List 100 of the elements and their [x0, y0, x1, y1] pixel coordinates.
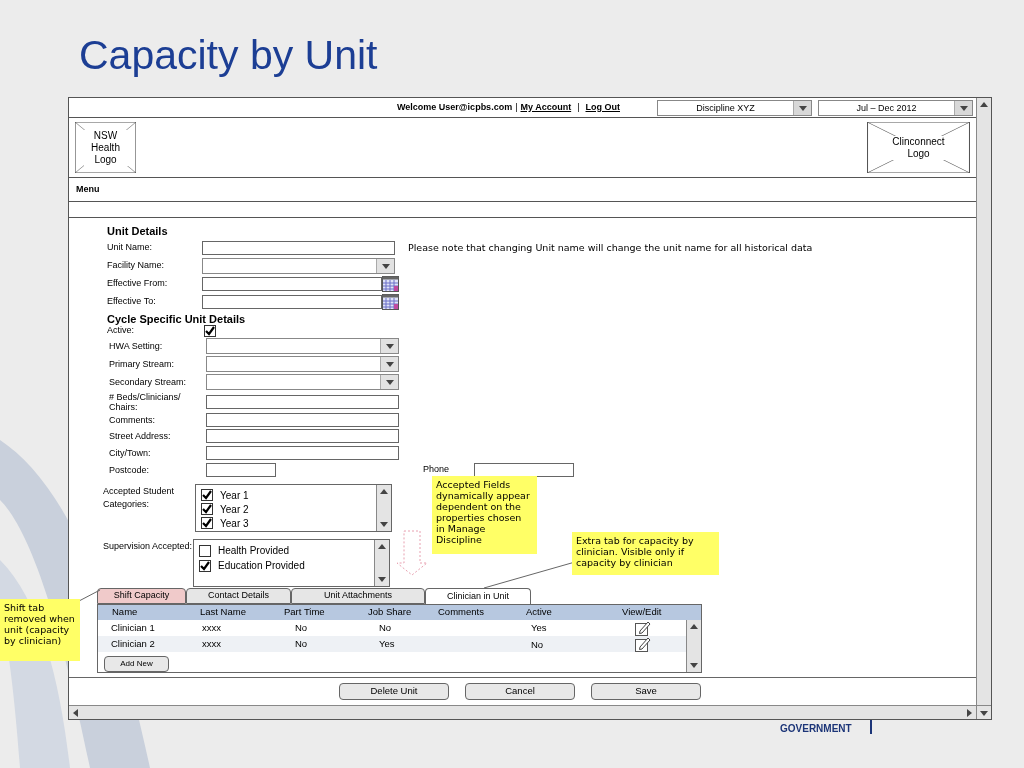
section-heading: Unit Details — [107, 223, 168, 239]
dropdown[interactable] — [206, 374, 399, 390]
field-label: # Beds/Clinicians/ Chairs: — [108, 392, 182, 412]
option-label: Year 1 — [220, 488, 249, 503]
column-header: Name — [112, 605, 139, 620]
table-cell-text: Clinician 1 — [111, 620, 156, 635]
welcome-text: Welcome User@icpbs.com — [397, 100, 513, 114]
field-label: Supervision Accepted: — [103, 540, 193, 553]
up-arrow-icon[interactable] — [979, 100, 989, 110]
edit-icon[interactable] — [635, 620, 651, 636]
table-cell-text: No — [294, 636, 309, 651]
up-arrow-icon[interactable] — [379, 487, 389, 497]
table-cell-text: No — [378, 620, 393, 635]
action-button[interactable]: Save — [591, 683, 701, 700]
dropdown[interactable]: Discipline XYZ — [657, 99, 812, 116]
scrollbar[interactable] — [976, 98, 991, 705]
table-cell-text: Yes — [530, 620, 548, 635]
date-field[interactable] — [202, 277, 382, 291]
down-arrow-icon[interactable] — [384, 359, 395, 369]
checkbox[interactable] — [201, 503, 213, 515]
sticky-note: Extra tab for capacity by clinician. Visible only if capacity by clinician — [572, 532, 719, 575]
field-label: City/Town: — [108, 447, 152, 458]
input-field[interactable] — [206, 462, 276, 477]
column-header: Job Share — [368, 605, 413, 620]
dropdown[interactable] — [202, 258, 395, 274]
input-field[interactable] — [206, 445, 399, 460]
field-label: Primary Stream: — [108, 359, 175, 369]
field-label: Facility Name: — [107, 259, 165, 273]
checkbox[interactable] — [199, 559, 211, 572]
field-label: Comments: — [108, 415, 156, 425]
tab[interactable]: Clinician in Unit — [425, 588, 531, 604]
field-label: Effective To: — [107, 295, 157, 309]
up-arrow-icon[interactable] — [689, 622, 699, 632]
scrollbar[interactable] — [686, 620, 701, 672]
checkbox[interactable] — [201, 489, 213, 501]
down-arrow-icon[interactable] — [380, 261, 391, 271]
table-cell-text: Clinician 2 — [111, 636, 156, 651]
input-field[interactable] — [474, 462, 574, 477]
field-label: HWA Setting: — [108, 341, 164, 351]
field-label: Secondary Stream: — [108, 377, 188, 387]
scrollbar[interactable] — [69, 706, 976, 719]
option-label: Education Provided — [218, 559, 305, 573]
section-heading: Cycle Specific Unit Details — [107, 313, 246, 325]
field-label: Active: — [107, 325, 134, 338]
input-field[interactable] — [206, 413, 399, 427]
sticky-note: Accepted Fields dynamically appear dependent on the properties chosen in Manage Discipline — [432, 476, 537, 554]
logo-text: GOVERNMENT — [780, 723, 852, 735]
table-cell-text: xxxx — [201, 620, 222, 635]
down-arrow-icon[interactable] — [379, 519, 389, 529]
down-arrow-icon[interactable] — [377, 574, 387, 584]
account-link[interactable]: My Account — [520, 100, 572, 115]
sticky-note: Shift tab removed when unit (capacity by clinician) — [0, 599, 80, 661]
column-header: Comments — [438, 605, 485, 620]
up-arrow-icon[interactable] — [377, 542, 387, 552]
tab[interactable]: Contact Details — [186, 588, 291, 604]
menu-label[interactable]: Menu — [76, 182, 100, 197]
table-cell-text: xxxx — [201, 636, 222, 651]
tab[interactable]: Shift Capacity — [97, 588, 186, 604]
date-field[interactable] — [202, 295, 382, 309]
separator: | — [515, 100, 518, 114]
scrollbar[interactable] — [376, 485, 391, 531]
logo-text: NSW Health Logo — [83, 129, 128, 166]
input-field[interactable] — [202, 241, 395, 255]
calendar-icon[interactable] — [382, 294, 399, 310]
option-label: Year 3 — [220, 516, 249, 531]
input-field[interactable] — [206, 428, 399, 443]
arrow-icon — [396, 530, 428, 576]
scrollbar[interactable] — [374, 540, 389, 586]
tab[interactable]: Unit Attachments — [291, 588, 425, 604]
field-label: Effective From: — [107, 277, 169, 291]
dropdown[interactable]: Jul – Dec 2012 — [818, 99, 973, 116]
option-label: Year 2 — [220, 502, 249, 517]
table-cell-text: No — [530, 638, 545, 653]
note-text: Please note that changing Unit name will change the unit name for all historical data — [408, 240, 813, 255]
field-label: Phone — [423, 462, 451, 476]
table-cell-text: Yes — [378, 636, 396, 651]
down-arrow-icon[interactable] — [689, 660, 699, 670]
checkbox[interactable] — [204, 325, 216, 337]
column-header: Active — [526, 605, 553, 620]
input-field[interactable] — [206, 395, 399, 409]
right-arrow-icon[interactable] — [964, 707, 974, 718]
checkbox[interactable] — [199, 544, 211, 557]
field-label: Accepted Student Categories: — [103, 485, 176, 511]
left-arrow-icon[interactable] — [71, 707, 81, 718]
action-button[interactable]: Delete Unit — [339, 683, 449, 700]
action-button[interactable]: Cancel — [465, 683, 575, 700]
table-cell-text: No — [294, 620, 309, 635]
separator: | — [577, 100, 580, 114]
field-label: Unit Name: — [107, 241, 153, 255]
logout-link[interactable]: Log Out — [585, 100, 620, 115]
column-header: View/Edit — [622, 605, 663, 620]
add-new-button[interactable]: Add New — [104, 656, 169, 672]
leader-line — [78, 589, 101, 602]
slide-title: Capacity by Unit — [79, 31, 378, 80]
edit-icon[interactable] — [635, 636, 651, 652]
dropdown[interactable] — [206, 356, 399, 372]
calendar-icon[interactable] — [382, 276, 399, 292]
down-arrow-icon[interactable] — [384, 341, 395, 351]
checkbox[interactable] — [201, 517, 213, 529]
down-arrow-icon[interactable] — [384, 377, 395, 387]
